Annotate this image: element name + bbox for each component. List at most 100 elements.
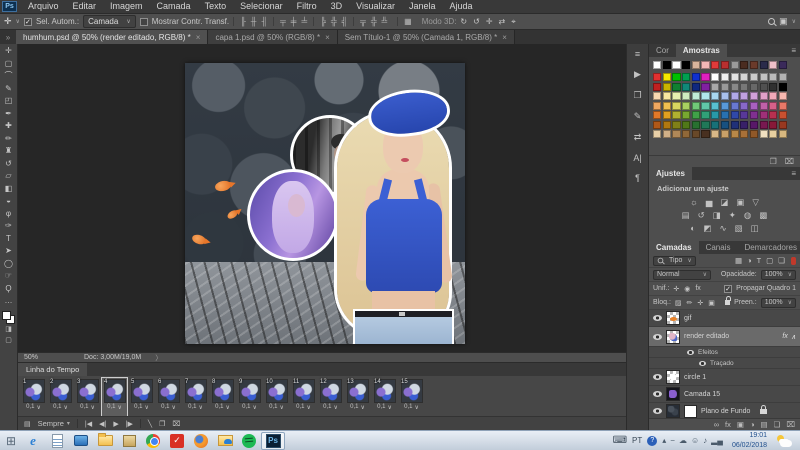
type-tool[interactable]: T (6, 233, 11, 246)
menu-3d[interactable]: 3D (324, 0, 350, 13)
adjustment-icon[interactable]: ▅ (706, 196, 713, 209)
swatch[interactable] (692, 130, 700, 138)
swatch[interactable] (731, 130, 739, 138)
swatch[interactable] (663, 121, 671, 129)
adjustment-icon[interactable]: ☼ (690, 196, 698, 209)
panel-actions-icon[interactable]: ▶ (634, 69, 641, 80)
timeline-frame[interactable]: 110,1∨ (291, 378, 316, 416)
workspace-icon[interactable]: ▣ (779, 16, 788, 27)
layer-row[interactable]: Plano de Fundo (649, 403, 800, 418)
adjustment-icon[interactable]: ◍ (744, 209, 751, 222)
timeline-frame[interactable]: 10,1∨ (21, 378, 46, 416)
swatch[interactable] (750, 83, 758, 91)
swatch[interactable] (760, 102, 768, 110)
duplicate-frame-button[interactable]: ❐ (159, 420, 165, 428)
search-icon[interactable] (768, 18, 775, 25)
swatch[interactable] (682, 73, 690, 81)
status-chevron-icon[interactable]: 〉 (155, 353, 162, 363)
swatch[interactable] (653, 121, 661, 129)
adjustment-icon[interactable]: ◐ (690, 222, 695, 235)
show-transform-checkbox[interactable] (140, 18, 148, 26)
language-indicator[interactable]: PT (632, 436, 642, 445)
swatch[interactable] (672, 130, 680, 138)
swatch[interactable] (692, 61, 700, 69)
align-icon[interactable]: ╧ (301, 17, 307, 26)
adjustment-icon[interactable]: ▽ (752, 196, 759, 209)
tray-network-icon[interactable]: ▂▄ (711, 436, 723, 445)
swatch[interactable] (692, 92, 700, 100)
chevron-down-icon[interactable]: ∨ (16, 18, 20, 25)
layer-visibility-eye[interactable] (653, 391, 662, 397)
3d-drag-icon[interactable]: ✛ (486, 17, 493, 27)
swatch[interactable] (672, 92, 680, 100)
swatch[interactable] (721, 61, 729, 69)
unify-style-icon[interactable]: fx (695, 285, 700, 293)
swatch[interactable] (731, 73, 739, 81)
tab-demarcadores[interactable]: Demarcadores (737, 241, 800, 254)
taskbar-security-app[interactable]: ✓ (165, 432, 189, 450)
swatch[interactable] (750, 61, 758, 69)
frame-delay-dropdown[interactable]: 0,1∨ (404, 404, 419, 411)
swatch[interactable] (769, 130, 777, 138)
timeline-frame[interactable]: 150,1∨ (399, 378, 424, 416)
tray-cloud-icon[interactable]: ☁ (679, 436, 687, 445)
swatch[interactable] (701, 83, 709, 91)
taskbar-firefox[interactable] (189, 432, 213, 450)
color-swatch-control[interactable] (2, 311, 15, 324)
zoom-level-field[interactable]: 50% (24, 354, 70, 361)
document-tab[interactable]: Sem Título-1 @ 50% (Camada 1, RGB/8) *× (338, 30, 515, 44)
delete-layer-icon[interactable]: ⌧ (786, 420, 795, 429)
swatch[interactable] (731, 111, 739, 119)
swatch[interactable] (779, 83, 787, 91)
timeline-tab[interactable]: Linha do Tempo (18, 363, 87, 376)
timeline-frame[interactable]: 140,1∨ (372, 378, 397, 416)
foreground-color-swatch[interactable] (2, 311, 11, 320)
layer-visibility-eye[interactable] (653, 334, 662, 340)
adjustment-icon[interactable]: ▧ (735, 222, 743, 235)
menu-ajuda[interactable]: Ajuda (443, 0, 480, 13)
taskbar-spotify[interactable] (237, 432, 261, 450)
align-icon[interactable]: ╠ (320, 17, 326, 26)
taskbar-file-explorer[interactable] (93, 432, 117, 450)
swatch[interactable] (731, 83, 739, 91)
timeline-frame[interactable]: 40,1∨ (102, 378, 127, 416)
timeline-frame[interactable]: 90,1∨ (237, 378, 262, 416)
swatch[interactable] (672, 121, 680, 129)
swatch[interactable] (769, 73, 777, 81)
swatch[interactable] (663, 130, 671, 138)
swatch[interactable] (779, 61, 787, 69)
swatch[interactable] (682, 61, 690, 69)
swatch[interactable] (760, 121, 768, 129)
panel-menu-icon[interactable]: ≡ (787, 44, 800, 57)
menu-imagem[interactable]: Imagem (103, 0, 150, 13)
taskbar-clock[interactable]: 19:01 06/02/2018 (732, 431, 767, 449)
filter-toggle-icon[interactable] (791, 257, 796, 265)
swatch[interactable] (711, 83, 719, 91)
chevron-down-icon[interactable]: ∨ (792, 18, 796, 25)
gradient-tool[interactable]: ◧ (5, 183, 13, 196)
unify-position-icon[interactable]: ✛ (673, 285, 679, 293)
adjustment-icon[interactable]: ▤ (682, 209, 690, 222)
swatch[interactable] (701, 92, 709, 100)
panel-tool-presets-icon[interactable]: ⇄ (634, 132, 642, 143)
zoom-tool[interactable]: Ϙ (5, 283, 11, 296)
swatch[interactable] (721, 130, 729, 138)
convert-timeline-icon[interactable]: ▤ (24, 420, 31, 428)
adjustment-icon[interactable]: ◫ (751, 222, 759, 235)
swatch[interactable] (760, 61, 768, 69)
quick-selection-tool[interactable]: ✎ (5, 83, 12, 96)
frame-delay-dropdown[interactable]: 0,1∨ (134, 404, 149, 411)
menu-editar[interactable]: Editar (66, 0, 104, 13)
swatch[interactable] (750, 73, 758, 81)
3d-slide-icon[interactable]: ⇄ (499, 17, 506, 27)
hand-tool[interactable]: ☞ (5, 270, 12, 283)
swatch[interactable] (653, 111, 661, 119)
swatch[interactable] (692, 121, 700, 129)
swatch[interactable] (711, 130, 719, 138)
swatch[interactable] (721, 73, 729, 81)
layer-row[interactable]: Camada 15 (649, 386, 800, 403)
swatch[interactable] (740, 121, 748, 129)
swatch[interactable] (701, 61, 709, 69)
swatch[interactable] (750, 130, 758, 138)
layer-style-icon[interactable]: fx (725, 420, 731, 429)
